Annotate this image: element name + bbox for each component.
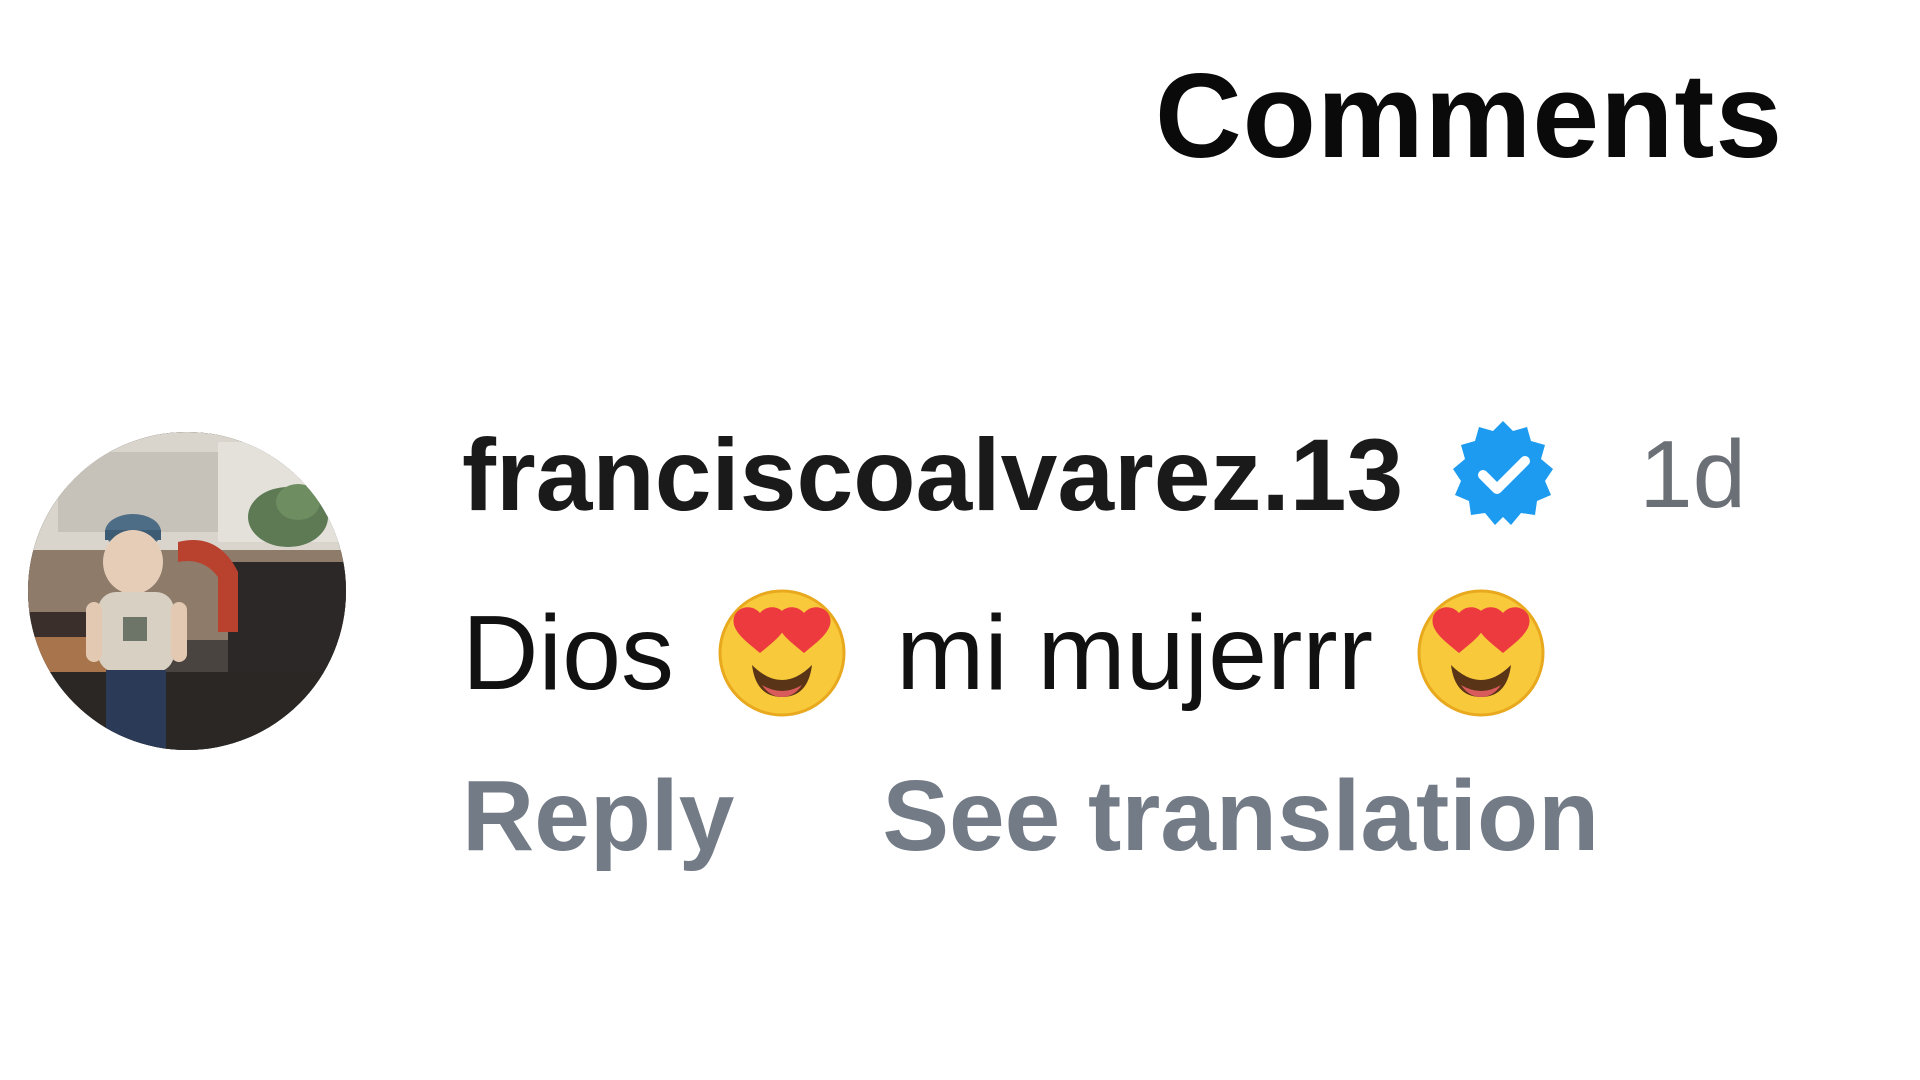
avatar[interactable] bbox=[28, 432, 346, 750]
heart-eyes-emoji-icon bbox=[1415, 587, 1547, 719]
see-translation-button[interactable]: See translation bbox=[882, 766, 1599, 866]
heart-eyes-emoji-icon bbox=[716, 587, 848, 719]
reply-button[interactable]: Reply bbox=[462, 766, 734, 866]
verified-badge-icon bbox=[1445, 417, 1561, 533]
timestamp: 1d bbox=[1639, 421, 1747, 528]
comment-body: franciscoalvarez.13 1d Dios mi mujerrr R… bbox=[462, 420, 1862, 866]
comment-text-part: Dios bbox=[462, 594, 675, 712]
comment-text: Dios mi mujerrr bbox=[462, 588, 1862, 718]
comment-meta: franciscoalvarez.13 1d bbox=[462, 420, 1862, 530]
comment-item: franciscoalvarez.13 1d Dios mi mujerrr R… bbox=[28, 420, 1878, 920]
comment-text-part: mi mujerrr bbox=[896, 594, 1374, 712]
comment-actions: Reply See translation bbox=[462, 766, 1862, 866]
page-title: Comments bbox=[1155, 49, 1784, 183]
profile-photo bbox=[28, 432, 346, 750]
username[interactable]: franciscoalvarez.13 bbox=[462, 424, 1403, 526]
